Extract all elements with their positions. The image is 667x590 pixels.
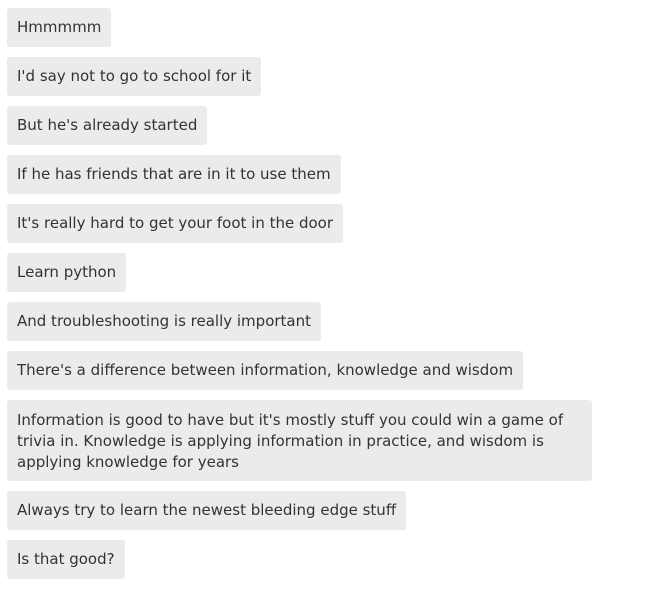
message-bubble[interactable]: Is that good? xyxy=(7,540,125,579)
message-bubble[interactable]: Hmmmmm xyxy=(7,8,112,47)
message-bubble[interactable]: It's really hard to get your foot in the… xyxy=(7,204,344,243)
message-bubble[interactable]: Learn python xyxy=(7,253,127,292)
message-bubble[interactable]: I'd say not to go to school for it xyxy=(7,57,262,96)
message-bubble[interactable]: But he's already started xyxy=(7,106,208,145)
message-bubble[interactable]: Always try to learn the newest bleeding … xyxy=(7,491,407,530)
message-bubble[interactable]: And troubleshooting is really important xyxy=(7,302,321,341)
message-bubble[interactable]: If he has friends that are in it to use … xyxy=(7,155,341,194)
message-bubble[interactable]: There's a difference between information… xyxy=(7,351,524,390)
chat-message-list: Hmmmmm I'd say not to go to school for i… xyxy=(7,8,627,589)
message-bubble[interactable]: Information is good to have but it's mos… xyxy=(7,400,592,481)
